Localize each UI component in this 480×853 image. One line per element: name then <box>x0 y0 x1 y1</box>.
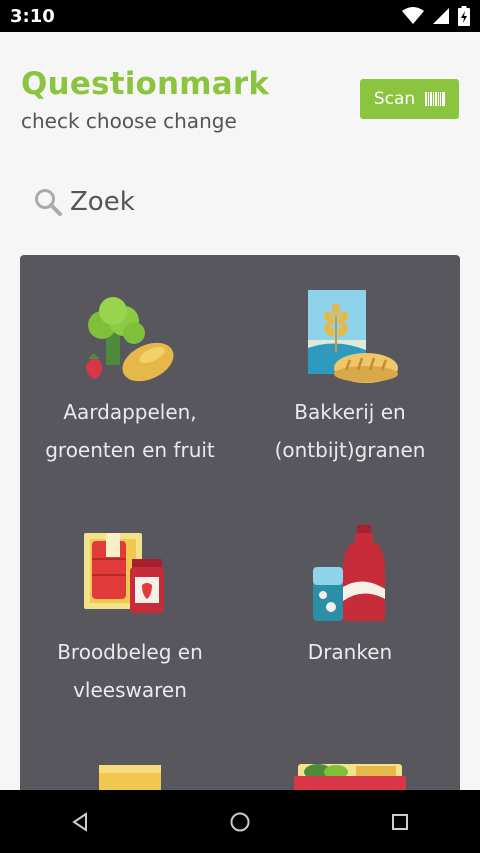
barcode-icon <box>425 92 446 106</box>
app-tagline: check choose change <box>21 109 237 133</box>
category-label-line2: (ontbijt)granen <box>274 438 426 462</box>
battery-icon <box>458 6 470 26</box>
category-label-line1: Dranken <box>307 640 393 664</box>
system-icons <box>402 6 470 26</box>
category-label-line1: Broodbeleg en <box>57 640 203 664</box>
category-broodbeleg-vleeswaren[interactable]: Broodbeleg en vleeswaren <box>20 495 240 725</box>
category-dranken[interactable]: Dranken <box>240 495 460 725</box>
cell-signal-icon <box>433 8 449 24</box>
spreads-icon <box>84 533 164 613</box>
home-icon <box>230 812 250 831</box>
back-button[interactable] <box>60 802 100 842</box>
category-aardappelen-groenten-fruit[interactable]: Aardappelen, groenten en fruit <box>20 255 240 485</box>
clock: 3:10 <box>10 5 55 27</box>
category-label-line1: Bakkerij en <box>294 400 406 424</box>
vegetables-icon <box>86 297 174 382</box>
system-nav-bar <box>0 790 480 853</box>
search-bar[interactable] <box>34 184 434 220</box>
recents-button[interactable] <box>380 802 420 842</box>
recents-icon <box>392 813 408 830</box>
back-icon <box>72 811 87 832</box>
scan-button[interactable]: Scan <box>360 79 459 119</box>
search-icon <box>35 189 62 216</box>
search-input[interactable] <box>68 186 372 218</box>
categories-panel: Aardappelen, groenten en fruit Bakkerij … <box>20 255 460 815</box>
app-title: Questionmark <box>21 66 270 102</box>
bakery-icon <box>308 290 398 383</box>
scan-label: Scan <box>373 89 416 109</box>
wifi-icon <box>402 7 424 24</box>
category-label-line1: Aardappelen, <box>63 400 197 424</box>
category-label-line2: vleeswaren <box>73 678 187 702</box>
category-label-line2: groenten en fruit <box>45 438 215 462</box>
home-button[interactable] <box>220 802 260 842</box>
status-bar: 3:10 <box>0 0 480 32</box>
drinks-icon <box>313 525 385 621</box>
category-bakkerij-granen[interactable]: Bakkerij en (ontbijt)granen <box>240 255 460 485</box>
